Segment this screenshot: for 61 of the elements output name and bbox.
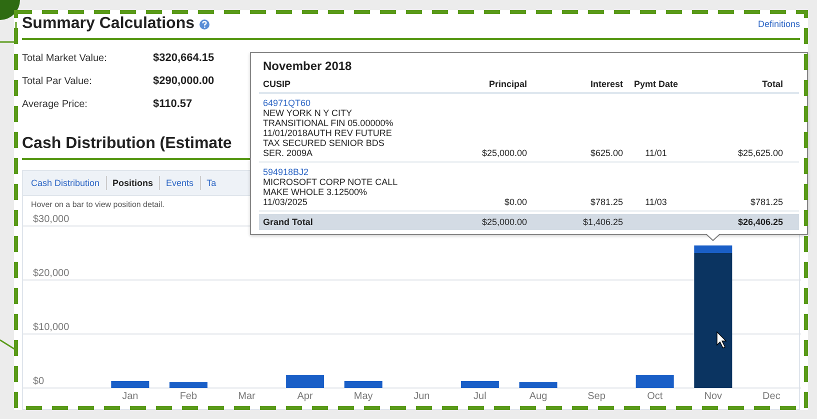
security-description: MICROSOFT CORP NOTE CALL MAKE WHOLE 3.12500% 11/03/2025: [263, 177, 399, 207]
section-title: Summary Calculations: [22, 15, 194, 33]
table-cell-text: $26,406.25: [736, 217, 783, 227]
axis-label: Mar: [238, 391, 256, 402]
chart-bar[interactable]: [460, 380, 499, 388]
column-header: Principal: [488, 79, 527, 89]
table-cell-text: Grand Total: [263, 217, 314, 227]
axis-label: Aug: [529, 391, 548, 402]
table-cell-text: $781.25: [749, 197, 783, 207]
security-description: NEW YORK N Y CITY TRANSITIONAL FIN 05.00000% 11/01/2018AUTH REV FUTURE TAX SECURED SENIOR BDS SER. 2009A: [263, 108, 394, 158]
column-header: Total: [761, 79, 783, 89]
axis-label: $0: [33, 376, 44, 387]
table-cell-text: $25,625.00: [736, 148, 783, 158]
tab[interactable]: Positions: [112, 178, 154, 188]
table-cell-text: $0.00: [503, 197, 527, 207]
column-header: Pymt Date: [632, 79, 679, 89]
field-label: Total Par Value:: [22, 76, 93, 86]
axis-label: Sep: [588, 391, 606, 402]
tab[interactable]: Cash Distribution: [31, 178, 100, 188]
column-header: CUSIP: [263, 79, 292, 89]
field-value: $110.57: [153, 98, 192, 110]
tab[interactable]: Ta: [206, 178, 216, 188]
axis-label: Feb: [180, 391, 198, 402]
tab[interactable]: Events: [166, 178, 194, 188]
axis-label: May: [354, 391, 373, 402]
chart-bar[interactable]: [344, 380, 382, 388]
table-cell-text: $625.00: [589, 148, 623, 158]
chart-bar[interactable]: [111, 380, 150, 388]
help-icon[interactable]: [198, 18, 210, 30]
axis-label: $30,000: [33, 214, 70, 225]
table-cell-text: $1,406.25: [582, 217, 623, 227]
cusip-link[interactable]: 594918BJ2: [263, 167, 309, 177]
axis-label: Jan: [122, 391, 138, 402]
table-cell-text: 11/03: [644, 197, 668, 207]
cursor-icon: [716, 331, 727, 348]
table-cell-text: $25,000.00: [480, 217, 527, 227]
chart-bar[interactable]: [694, 253, 732, 388]
field-value: $290,000.00: [153, 75, 214, 87]
axis-label: Nov: [704, 391, 722, 402]
axis-label: $20,000: [33, 268, 70, 279]
table-cell-text: $25,000.00: [480, 148, 527, 158]
column-header: Interest: [589, 79, 623, 89]
field-label: Average Price:: [22, 98, 88, 110]
section-title: Cash Distribution (Estimate: [22, 135, 232, 153]
table-cell-text: $781.25: [589, 197, 623, 207]
table-cell-text: 11/01: [644, 148, 668, 158]
cusip-link[interactable]: 64971QT60: [263, 98, 311, 108]
axis-label: Dec: [762, 391, 780, 402]
axis-label: Jul: [474, 391, 486, 402]
field-value: $320,664.15: [153, 52, 214, 64]
field-label: Total Market Value:: [22, 52, 108, 64]
tooltip-title: November 2018: [262, 59, 353, 73]
axis-label: $10,000: [33, 322, 70, 333]
leader-line: [0, 22, 17, 43]
chart-bar[interactable]: [694, 245, 732, 253]
leader-line: [0, 339, 16, 351]
hint-text: Hover on a bar to view position detail.: [31, 200, 164, 211]
axis-label: Oct: [647, 391, 663, 402]
axis-label: Jun: [414, 391, 430, 402]
definitions-link[interactable]: Definitions: [758, 19, 800, 29]
axis-label: Apr: [297, 391, 313, 402]
